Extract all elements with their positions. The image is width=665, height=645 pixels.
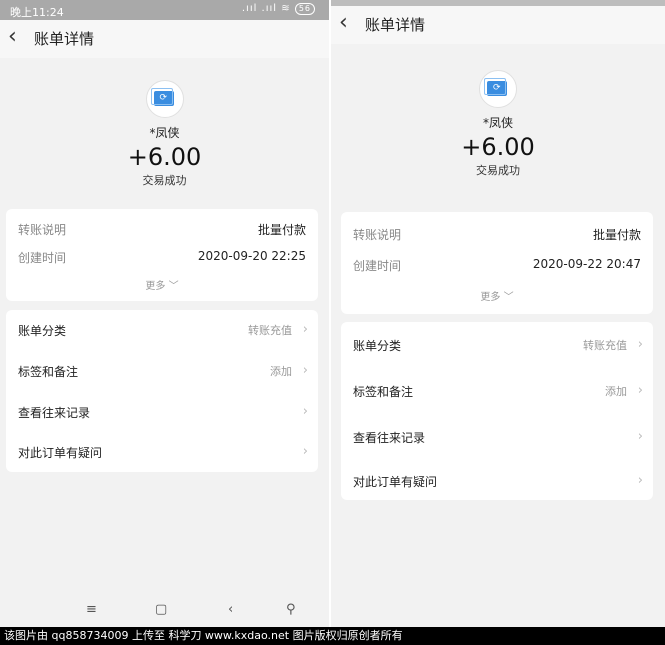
- chevron-right-icon: ›: [637, 429, 643, 444]
- details-card: 转账说明 批量付款 创建时间 2020-09-22 20:47 更多 ﹀: [341, 212, 653, 314]
- nav-bar: ‹ 账单详情: [331, 6, 665, 44]
- menu-item-history[interactable]: 查看往来记录 ›: [341, 429, 653, 449]
- accessibility-icon[interactable]: ⚲: [286, 602, 296, 617]
- details-card: 转账说明 批量付款 创建时间 2020-09-20 22:25 更多 ﹀: [6, 209, 318, 301]
- signal-icon: .ııl .ııl ≋: [241, 3, 291, 14]
- status-time: 晚上11:24: [10, 6, 64, 19]
- menu-item-label: 账单分类: [18, 324, 67, 338]
- transaction-header: ⟳ *凤侠 +6.00 交易成功: [0, 80, 329, 188]
- transaction-header: ⟳ *凤侠 +6.00 交易成功: [331, 70, 665, 178]
- menu-item-bill-category[interactable]: 账单分类 转账充值 ›: [341, 337, 653, 357]
- menu-item-label: 标签和备注: [18, 365, 79, 379]
- more-button[interactable]: 更多 ﹀: [341, 288, 653, 303]
- payer-name: *凤侠: [149, 126, 180, 140]
- detail-value: 批量付款: [592, 228, 641, 242]
- menu-item-label: 对此订单有疑问: [353, 475, 438, 489]
- menu-item-value: 添加: [270, 365, 292, 378]
- menu-item-label: 对此订单有疑问: [18, 446, 103, 460]
- right-screenshot: ‹ 账单详情 ⟳ *凤侠 +6.00 交易成功 转账说明 批量付款 创建时间 2…: [331, 0, 665, 627]
- menu-icon[interactable]: ≡: [86, 602, 97, 617]
- chevron-right-icon: ›: [637, 337, 643, 352]
- more-button[interactable]: 更多 ﹀: [6, 277, 318, 292]
- menu-card: 账单分类 转账充值 › 标签和备注 添加 › 查看往来记录 › 对此订单有疑问 …: [6, 310, 318, 472]
- amount: +6.00: [127, 143, 202, 171]
- transaction-status: 交易成功: [142, 174, 187, 187]
- detail-value: 批量付款: [257, 223, 306, 237]
- detail-label: 创建时间: [353, 259, 402, 273]
- chevron-right-icon: ›: [302, 444, 308, 459]
- menu-item-label: 账单分类: [353, 339, 402, 353]
- menu-item-value: 转账充值: [248, 324, 292, 337]
- left-screenshot: 晚上11:24 .ııl .ııl ≋ 56 ‹ 账单详情 ⟳ *凤侠 +6.0…: [0, 0, 329, 627]
- detail-label: 转账说明: [18, 223, 67, 237]
- detail-label: 转账说明: [353, 228, 402, 242]
- menu-item-tags-notes[interactable]: 标签和备注 添加 ›: [6, 363, 318, 383]
- nav-bar: ‹ 账单详情: [0, 20, 329, 58]
- detail-value: 2020-09-20 22:25: [197, 249, 306, 263]
- page-title: 账单详情: [365, 16, 426, 34]
- menu-item-bill-category[interactable]: 账单分类 转账充值 ›: [6, 322, 318, 342]
- transfer-logo-icon: ⟳: [479, 70, 517, 108]
- system-nav-bar: ≡ ▢ ‹ ⚲: [0, 593, 329, 627]
- menu-item-value: 添加: [605, 385, 627, 398]
- back-nav-icon[interactable]: ‹: [228, 602, 233, 617]
- menu-item-value: 转账充值: [583, 339, 627, 352]
- chevron-right-icon: ›: [637, 383, 643, 398]
- menu-item-question[interactable]: 对此订单有疑问 ›: [341, 473, 653, 493]
- signal-wifi-icons: .ııl .ııl ≋ 56: [242, 3, 315, 15]
- page-title: 账单详情: [34, 30, 95, 48]
- chevron-right-icon: ›: [302, 322, 308, 337]
- battery-icon: 56: [294, 3, 315, 15]
- chevron-right-icon: ›: [302, 363, 308, 378]
- back-icon[interactable]: ‹: [339, 12, 348, 34]
- detail-label: 创建时间: [18, 251, 67, 265]
- amount: +6.00: [461, 133, 535, 161]
- chevron-right-icon: ›: [637, 473, 643, 488]
- menu-item-history[interactable]: 查看往来记录 ›: [6, 404, 318, 424]
- home-icon[interactable]: ▢: [155, 602, 167, 617]
- status-bar: 晚上11:24 .ııl .ııl ≋ 56: [0, 0, 329, 20]
- menu-item-label: 查看往来记录: [353, 431, 426, 445]
- watermark-banner: 该图片由 qq858734009 上传至 科学刀 www.kxdao.net 图…: [0, 627, 665, 645]
- menu-card: 账单分类 转账充值 › 标签和备注 添加 › 查看往来记录 › 对此订单有疑问 …: [341, 322, 653, 500]
- transaction-status: 交易成功: [476, 164, 520, 177]
- detail-value: 2020-09-22 20:47: [532, 257, 641, 271]
- menu-item-tags-notes[interactable]: 标签和备注 添加 ›: [341, 383, 653, 403]
- menu-item-question[interactable]: 对此订单有疑问 ›: [6, 444, 318, 464]
- menu-item-label: 标签和备注: [353, 385, 414, 399]
- back-icon[interactable]: ‹: [8, 26, 17, 48]
- chevron-right-icon: ›: [302, 404, 308, 419]
- menu-item-label: 查看往来记录: [18, 406, 91, 420]
- transfer-logo-icon: ⟳: [145, 80, 184, 118]
- payer-name: *凤侠: [482, 116, 513, 130]
